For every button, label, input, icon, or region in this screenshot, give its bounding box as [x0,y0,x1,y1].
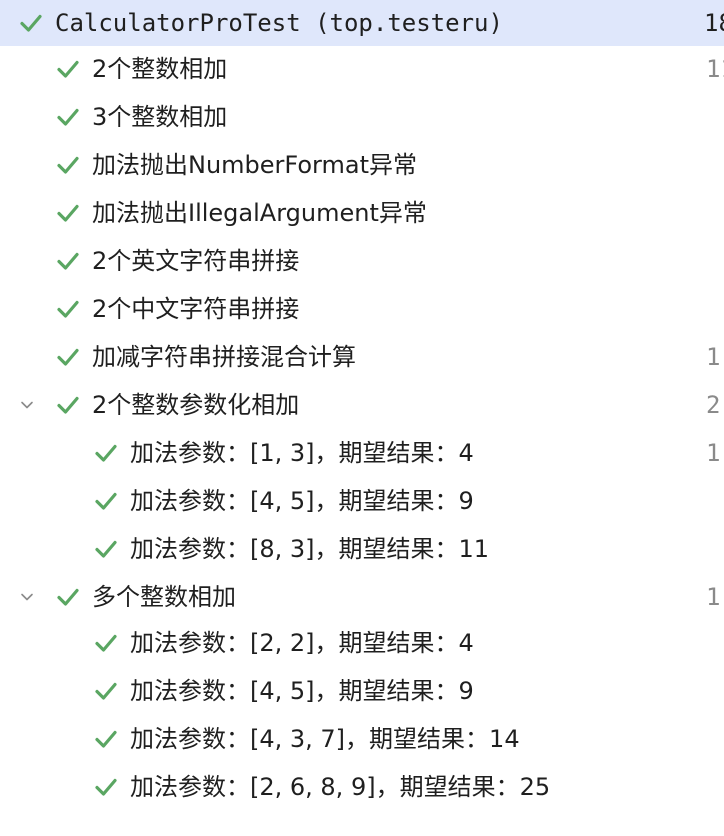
param-label: 加法参数：[8, 3]，期望结果：11 [130,535,490,563]
check-icon [18,10,44,36]
tree-row-group[interactable]: 2个整数参数化相加 2 [0,382,724,428]
test-label: 2个整数相加 [92,55,228,83]
check-icon [93,536,119,562]
group-label: 2个整数参数化相加 [92,391,300,419]
tree-row-param[interactable]: 加法参数：[4, 5]，期望结果：9 [0,478,724,524]
tree-row-test[interactable]: 3个整数相加 [0,94,724,140]
check-icon [55,248,81,274]
check-icon [93,630,119,656]
param-label: 加法参数：[4, 5]，期望结果：9 [130,487,474,515]
group-time: 1 [706,583,721,611]
tree-row-param[interactable]: 加法参数：[2, 6, 8, 9]，期望结果：25 [0,764,724,810]
param-label: 加法参数：[2, 6, 8, 9]，期望结果：25 [130,773,551,801]
check-icon [55,200,81,226]
check-icon [55,56,81,82]
tree-row-param[interactable]: 加法参数：[1, 3]，期望结果：4 1 [0,430,724,476]
check-icon [93,488,119,514]
tree-row-param[interactable]: 加法参数：[4, 5]，期望结果：9 [0,668,724,714]
root-time: 18 [704,9,724,37]
tree-row-test[interactable]: 2个中文字符串拼接 [0,286,724,332]
check-icon [55,152,81,178]
test-label: 加减字符串拼接混合计算 [92,343,356,371]
group-time: 2 [706,391,721,419]
param-label: 加法参数：[2, 2]，期望结果：4 [130,629,474,657]
root-label: CalculatorProTest (top.testeru) [55,9,503,37]
check-icon [55,584,81,610]
chevron-down-icon[interactable] [20,398,34,412]
group-label: 多个整数相加 [92,583,236,611]
param-time: 1 [706,439,721,467]
tree-row-param[interactable]: 加法参数：[2, 2]，期望结果：4 [0,620,724,666]
check-icon [93,774,119,800]
test-label: 2个中文字符串拼接 [92,295,300,323]
check-icon [93,678,119,704]
check-icon [55,104,81,130]
chevron-down-icon[interactable] [20,590,34,604]
test-label: 加法抛出NumberFormat异常 [92,151,417,179]
param-label: 加法参数：[1, 3]，期望结果：4 [130,439,474,467]
check-icon [55,344,81,370]
tree-row-group[interactable]: 多个整数相加 1 [0,574,724,620]
tree-row-test[interactable]: 2个整数相加 11 [0,46,724,92]
test-results-tree: CalculatorProTest (top.testeru) 18 2个整数相… [0,0,724,836]
test-time: 11 [706,55,724,83]
check-icon [55,392,81,418]
param-label: 加法参数：[4, 3, 7]，期望结果：14 [130,725,520,753]
test-label: 加法抛出IllegalArgument异常 [92,199,427,227]
tree-row-param[interactable]: 加法参数：[4, 3, 7]，期望结果：14 [0,716,724,762]
check-icon [93,726,119,752]
tree-row-test[interactable]: 2个英文字符串拼接 [0,238,724,284]
tree-row-test[interactable]: 加减字符串拼接混合计算 1 [0,334,724,380]
check-icon [55,296,81,322]
tree-row-param[interactable]: 加法参数：[8, 3]，期望结果：11 [0,526,724,572]
test-label: 3个整数相加 [92,103,228,131]
test-label: 2个英文字符串拼接 [92,247,300,275]
check-icon [93,440,119,466]
tree-row-test[interactable]: 加法抛出NumberFormat异常 [0,142,724,188]
test-time: 1 [706,343,721,371]
param-label: 加法参数：[4, 5]，期望结果：9 [130,677,474,705]
tree-row-test[interactable]: 加法抛出IllegalArgument异常 [0,190,724,236]
tree-row-root[interactable]: CalculatorProTest (top.testeru) 18 [0,0,724,46]
